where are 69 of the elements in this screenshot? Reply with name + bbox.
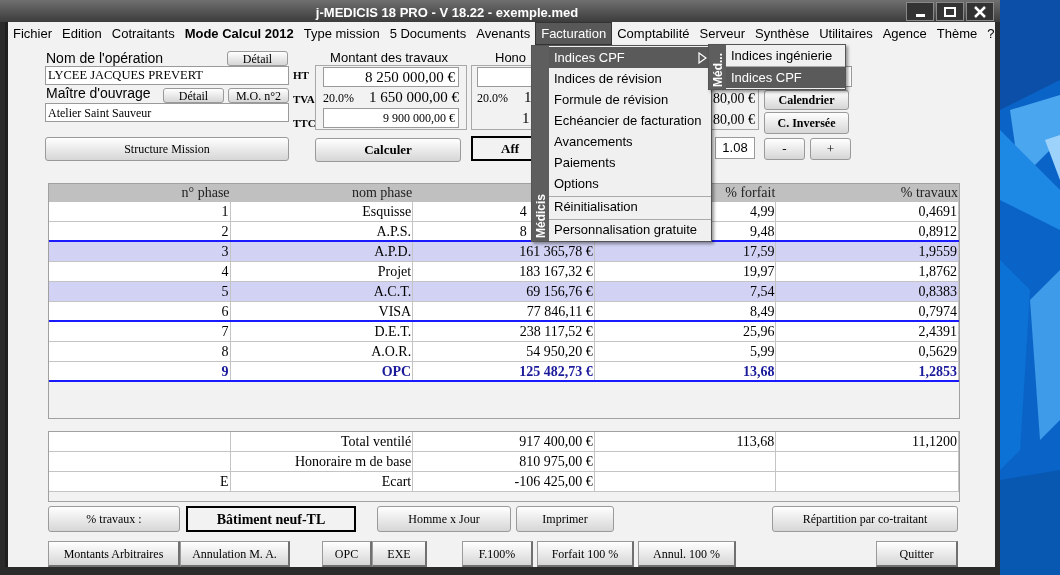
amount-value: 1 650 000,00 € bbox=[369, 88, 459, 108]
amount-value: 1 bbox=[524, 88, 532, 108]
table-cell: 54 950,20 € bbox=[413, 342, 595, 361]
amount-label: TVA bbox=[293, 92, 315, 107]
table-cell: 2 bbox=[49, 222, 231, 240]
table-cell: 25,96 bbox=[594, 322, 777, 341]
amount-value: 80,00 € bbox=[713, 111, 755, 129]
table-cell: A.P.S. bbox=[230, 222, 414, 240]
table-cell: 11,1200 bbox=[776, 432, 959, 451]
table-cell: 0,5629 bbox=[776, 342, 959, 361]
table-cell: 2,4391 bbox=[776, 322, 959, 341]
table-cell: 1,8762 bbox=[776, 262, 959, 281]
amount-value: 80,00 € bbox=[713, 90, 755, 108]
table-cell: 1,9559 bbox=[776, 242, 959, 261]
table-cell: 183 167,32 € bbox=[413, 262, 595, 281]
table-cell: 4 bbox=[49, 262, 231, 281]
table-cell: OPC bbox=[230, 362, 414, 380]
table-cell: 0,4691 bbox=[776, 202, 959, 221]
table-cell: 9 bbox=[49, 362, 231, 380]
table-cell: A.C.T. bbox=[230, 282, 414, 301]
table-cell: 1 bbox=[49, 202, 231, 221]
tax-rate: 20.0% bbox=[323, 89, 354, 107]
column-header: nom phase bbox=[351, 185, 413, 200]
table-cell: 0,8383 bbox=[776, 282, 959, 301]
amount-value: 1 bbox=[522, 108, 530, 128]
building-type-label: Bâtiment neuf-TL bbox=[186, 506, 356, 532]
table-cell: 0,8912 bbox=[776, 222, 959, 240]
table-cell: Total ventilé bbox=[230, 432, 414, 451]
table-cell: 7 bbox=[49, 322, 231, 341]
table-cell: 8 bbox=[49, 342, 231, 361]
amount-label: TTC bbox=[293, 116, 316, 131]
table-cell: E bbox=[49, 472, 231, 491]
table-cell: 8,49 bbox=[594, 302, 777, 320]
tax-rate: 20.0% bbox=[477, 89, 508, 107]
table-cell: 238 117,52 € bbox=[413, 322, 595, 341]
table-cell: D.E.T. bbox=[230, 322, 414, 341]
table-cell: 0,7974 bbox=[776, 302, 959, 320]
table-cell: 5 bbox=[49, 282, 231, 301]
table-cell: A.P.D. bbox=[230, 242, 414, 261]
field-label: Nom de l'opération bbox=[45, 51, 164, 66]
column-header: % forfait bbox=[725, 185, 776, 200]
menu-side-label: Méd... bbox=[709, 53, 726, 87]
field-label: Maître d'ouvrage bbox=[45, 86, 152, 101]
window-title: j-MEDICIS 18 PRO - V 18.22 - exemple.med bbox=[315, 4, 579, 22]
table-cell: Esquisse bbox=[230, 202, 414, 221]
table-cell: 5,99 bbox=[594, 342, 777, 361]
table-cell: 3 bbox=[49, 242, 231, 261]
table-cell: 69 156,76 € bbox=[413, 282, 595, 301]
section-title: Montant des travaux bbox=[330, 49, 448, 65]
table-cell: 917 400,00 € bbox=[413, 432, 595, 451]
table-cell: 810 975,00 € bbox=[413, 452, 595, 471]
column-header: n° phase bbox=[181, 185, 230, 200]
section-title: Hono bbox=[495, 49, 527, 65]
table-cell: 19,97 bbox=[594, 262, 777, 281]
table-cell: A.O.R. bbox=[230, 342, 414, 361]
table-cell: Honoraire m de base bbox=[230, 452, 414, 471]
amount-label: HT bbox=[293, 68, 309, 83]
table-cell: Ecart bbox=[230, 472, 414, 491]
table-cell: 13,68 bbox=[594, 362, 777, 380]
table-cell: 1,2853 bbox=[776, 362, 959, 380]
table-cell: Projet bbox=[230, 262, 414, 281]
table-cell: 7,54 bbox=[594, 282, 777, 301]
column-header: % travaux bbox=[900, 185, 958, 200]
table-cell: 113,68 bbox=[594, 432, 777, 451]
table-cell: 77 846,11 € bbox=[413, 302, 595, 320]
table-cell: 125 482,73 € bbox=[413, 362, 595, 380]
table-cell: -106 425,00 € bbox=[413, 472, 595, 491]
table-cell: 6 bbox=[49, 302, 231, 320]
table-cell: VISA bbox=[230, 302, 414, 320]
